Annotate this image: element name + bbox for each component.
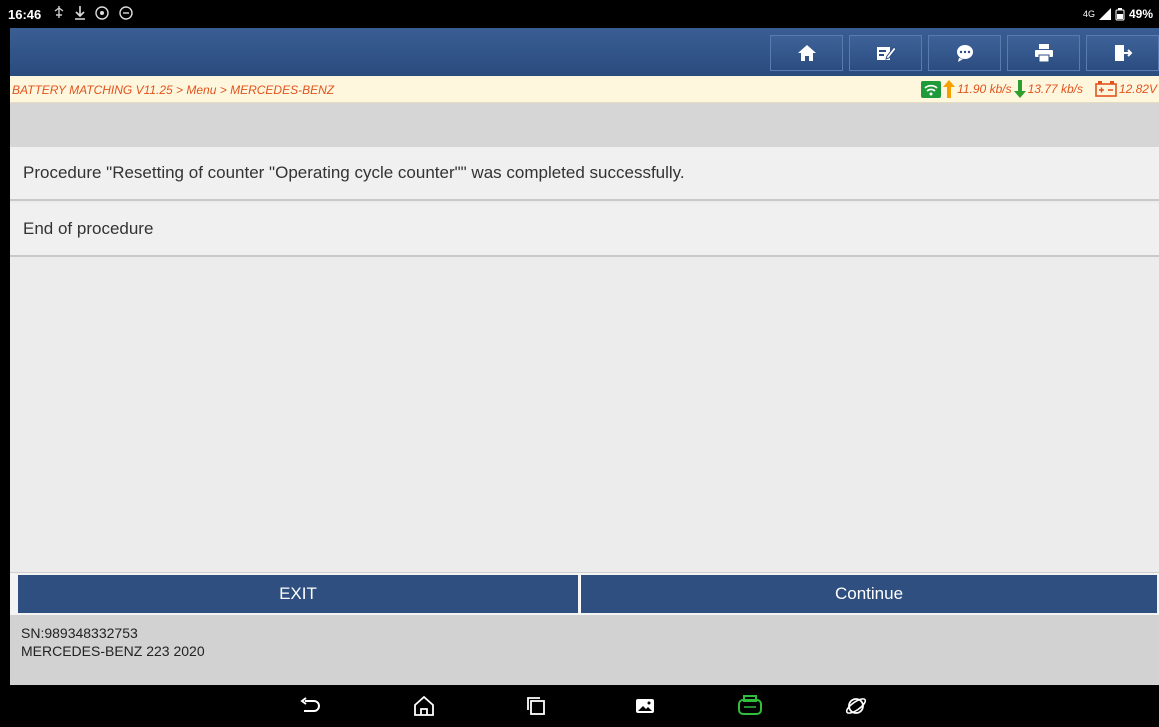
vci-button[interactable] (737, 694, 763, 718)
battery-voltage: 12.82V (1118, 82, 1157, 96)
continue-button[interactable]: Continue (580, 575, 1157, 613)
app-frame: BATTERY MATCHING V11.25 > Menu > MERCEDE… (10, 28, 1159, 685)
usb-icon (54, 6, 64, 18)
device-info-footer: SN:989348332753 MERCEDES-BENZ 223 2020 (10, 615, 1159, 685)
notification-icons (52, 5, 134, 21)
chat-icon (956, 45, 973, 62)
status-time: 16:46 (8, 7, 42, 22)
android-nav-bar (0, 685, 1159, 727)
home-button[interactable] (770, 35, 843, 71)
battery-level: 49% (1128, 7, 1153, 21)
print-button[interactable] (1007, 35, 1080, 71)
home-outline-icon (414, 696, 434, 716)
upload-speed: 11.90 kb/s (957, 82, 1012, 96)
vehicle-info: MERCEDES-BENZ 223 2020 (21, 643, 205, 659)
home-icon (797, 45, 816, 61)
android-status-bar: 16:46 4G 49% (0, 0, 1159, 28)
upload-arrow-icon (943, 80, 956, 98)
edit-button[interactable] (849, 35, 922, 71)
download-speed: 13.77 kb/s (1027, 82, 1083, 96)
vci-icon (738, 695, 762, 715)
edit-icon (876, 46, 896, 60)
download-arrow-icon (1013, 80, 1026, 98)
exit-icon (1114, 45, 1132, 61)
download-icon (75, 6, 85, 20)
header-strip (10, 103, 1159, 147)
settings-icon (95, 6, 109, 20)
connection-status: 11.90 kb/s 13.77 kb/s 12.82V (921, 80, 1157, 98)
status-right: 4G 49% (1083, 7, 1153, 21)
gallery-icon (636, 699, 654, 713)
action-bar: EXIT Continue (10, 572, 1159, 616)
browser-button[interactable] (843, 694, 869, 718)
home-nav-button[interactable] (411, 694, 437, 718)
exit-app-button[interactable] (1086, 35, 1159, 71)
battery-icon (1115, 7, 1125, 20)
message-icon (119, 6, 133, 20)
recents-icon (527, 697, 545, 715)
chat-button[interactable] (928, 35, 1001, 71)
signal-icon (1098, 8, 1111, 20)
network-type: 4G (1082, 9, 1095, 19)
breadcrumb-bar: BATTERY MATCHING V11.25 > Menu > MERCEDE… (10, 76, 1159, 103)
car-battery-icon (1095, 81, 1117, 97)
gallery-button[interactable] (632, 694, 658, 718)
breadcrumb: BATTERY MATCHING V11.25 > Menu > MERCEDE… (12, 83, 335, 97)
message-row: End of procedure (10, 203, 1159, 257)
back-button[interactable] (297, 694, 323, 718)
browser-icon (845, 698, 867, 714)
recents-button[interactable] (523, 694, 549, 718)
back-icon (300, 697, 320, 712)
message-row: Procedure "Resetting of counter "Operati… (10, 147, 1159, 201)
wifi-icon (921, 80, 942, 98)
print-icon (1034, 44, 1053, 62)
top-toolbar (10, 28, 1159, 76)
serial-number: SN:989348332753 (21, 625, 138, 641)
exit-button[interactable]: EXIT (18, 575, 578, 613)
